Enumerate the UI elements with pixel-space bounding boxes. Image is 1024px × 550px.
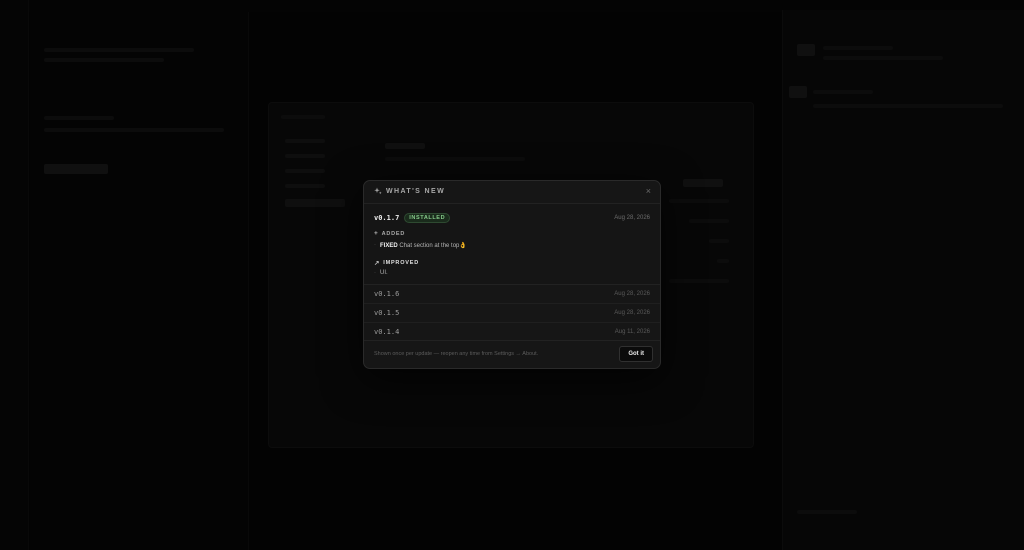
release-date: Aug 28, 2026	[614, 310, 650, 316]
section-heading-text: IMPROVED	[383, 260, 419, 266]
version-label: v0.1.4	[374, 328, 400, 336]
bullet: ·	[374, 242, 376, 248]
footer-note: Shown once per update — reopen any time …	[374, 351, 539, 357]
release-date: Aug 11, 2026	[614, 329, 650, 335]
version-label: v0.1.7	[374, 214, 400, 222]
item-tag: FIXED	[380, 243, 398, 249]
changelog-item: · UI.	[374, 270, 388, 276]
got-it-button[interactable]: Got it	[619, 346, 653, 362]
release-row-v015[interactable]: v0.1.5 Aug 28, 2026	[364, 304, 660, 323]
whats-new-dialog: WHAT'S NEW × v0.1.7 INSTALLED Aug 28, 20…	[363, 180, 661, 369]
release-date: Aug 28, 2026	[614, 291, 650, 297]
plus-icon: +	[374, 230, 379, 237]
release-header: v0.1.7 INSTALLED Aug 28, 2026	[374, 212, 650, 224]
changelog-item-text: FIXED Chat section at the top👌	[380, 242, 467, 249]
sparkle-icon	[374, 187, 382, 195]
release-row-v016[interactable]: v0.1.6 Aug 28, 2026	[364, 285, 660, 304]
item-text: UI.	[380, 270, 388, 276]
arrow-up-right-icon: ↗	[374, 260, 381, 267]
changelog-item: · FIXED Chat section at the top👌	[374, 242, 467, 249]
release-row-v014[interactable]: v0.1.4 Aug 11, 2026	[364, 323, 660, 341]
dialog-footer: Shown once per update — reopen any time …	[364, 340, 660, 368]
latest-release: v0.1.7 INSTALLED Aug 28, 2026 + ADDED · …	[364, 204, 660, 285]
item-text: Chat section at the top👌	[397, 243, 467, 249]
section-heading-text: ADDED	[381, 230, 406, 237]
version-label: v0.1.6	[374, 290, 400, 298]
dialog-title-text: WHAT'S NEW	[386, 187, 446, 195]
bullet: ·	[374, 270, 376, 276]
close-icon[interactable]: ×	[646, 186, 651, 196]
release-date: Aug 28, 2026	[614, 215, 650, 221]
dialog-title: WHAT'S NEW	[374, 187, 445, 195]
section-improved-heading: ↗ IMPROVED	[374, 259, 419, 267]
version-label: v0.1.5	[374, 309, 400, 317]
section-added-heading: + ADDED	[374, 230, 405, 237]
dialog-header: WHAT'S NEW ×	[364, 181, 660, 204]
installed-badge: INSTALLED	[404, 213, 451, 223]
